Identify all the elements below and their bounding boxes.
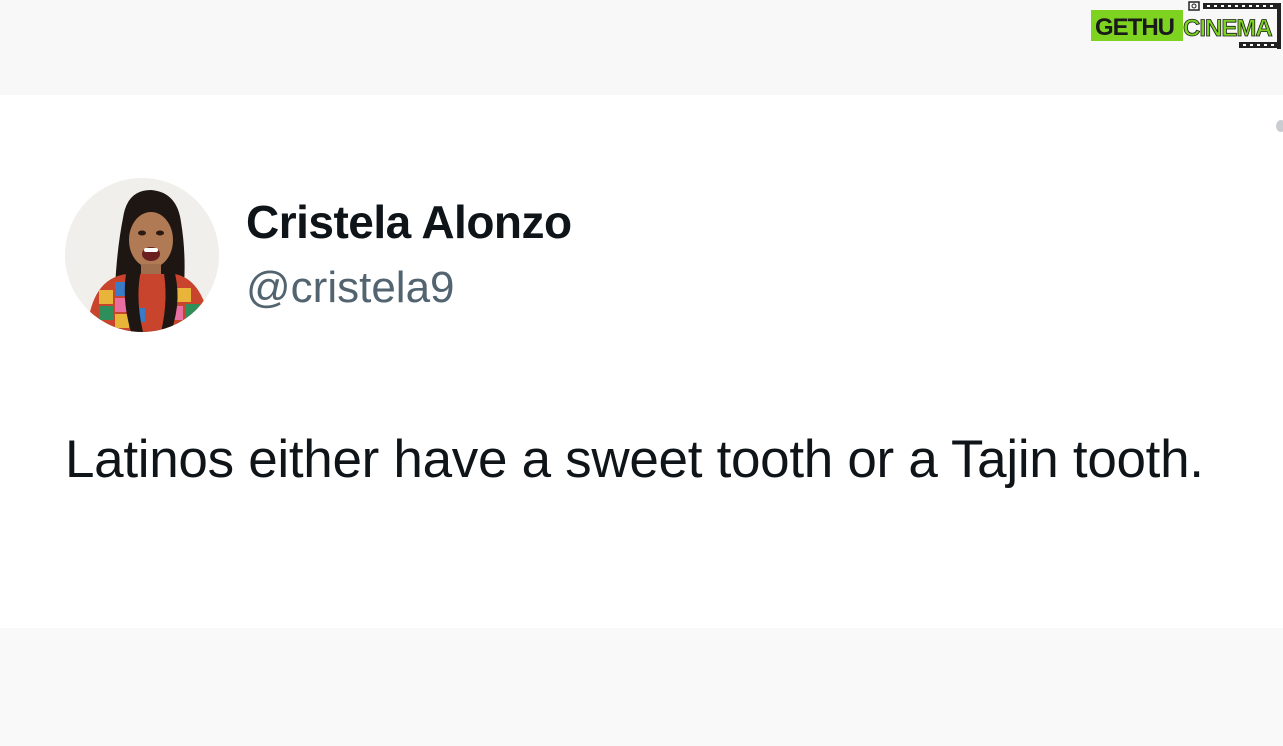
- svg-text:CINEMA: CINEMA: [1183, 15, 1272, 42]
- tweet-text: Latinos either have a sweet tooth or a T…: [65, 430, 1204, 489]
- bottom-band: [0, 628, 1283, 746]
- more-options-icon[interactable]: [1276, 120, 1283, 132]
- tweet-card[interactable]: Cristela Alonzo @cristela9 Latinos eithe…: [0, 95, 1283, 628]
- user-handle[interactable]: @cristela9: [246, 263, 455, 313]
- svg-text:GETHU: GETHU: [1095, 14, 1174, 41]
- display-name[interactable]: Cristela Alonzo: [246, 195, 572, 249]
- profile-photo-avatar[interactable]: [65, 178, 219, 332]
- gethu-cinema-watermark-logo: GETHU CINEMA: [1089, 0, 1283, 52]
